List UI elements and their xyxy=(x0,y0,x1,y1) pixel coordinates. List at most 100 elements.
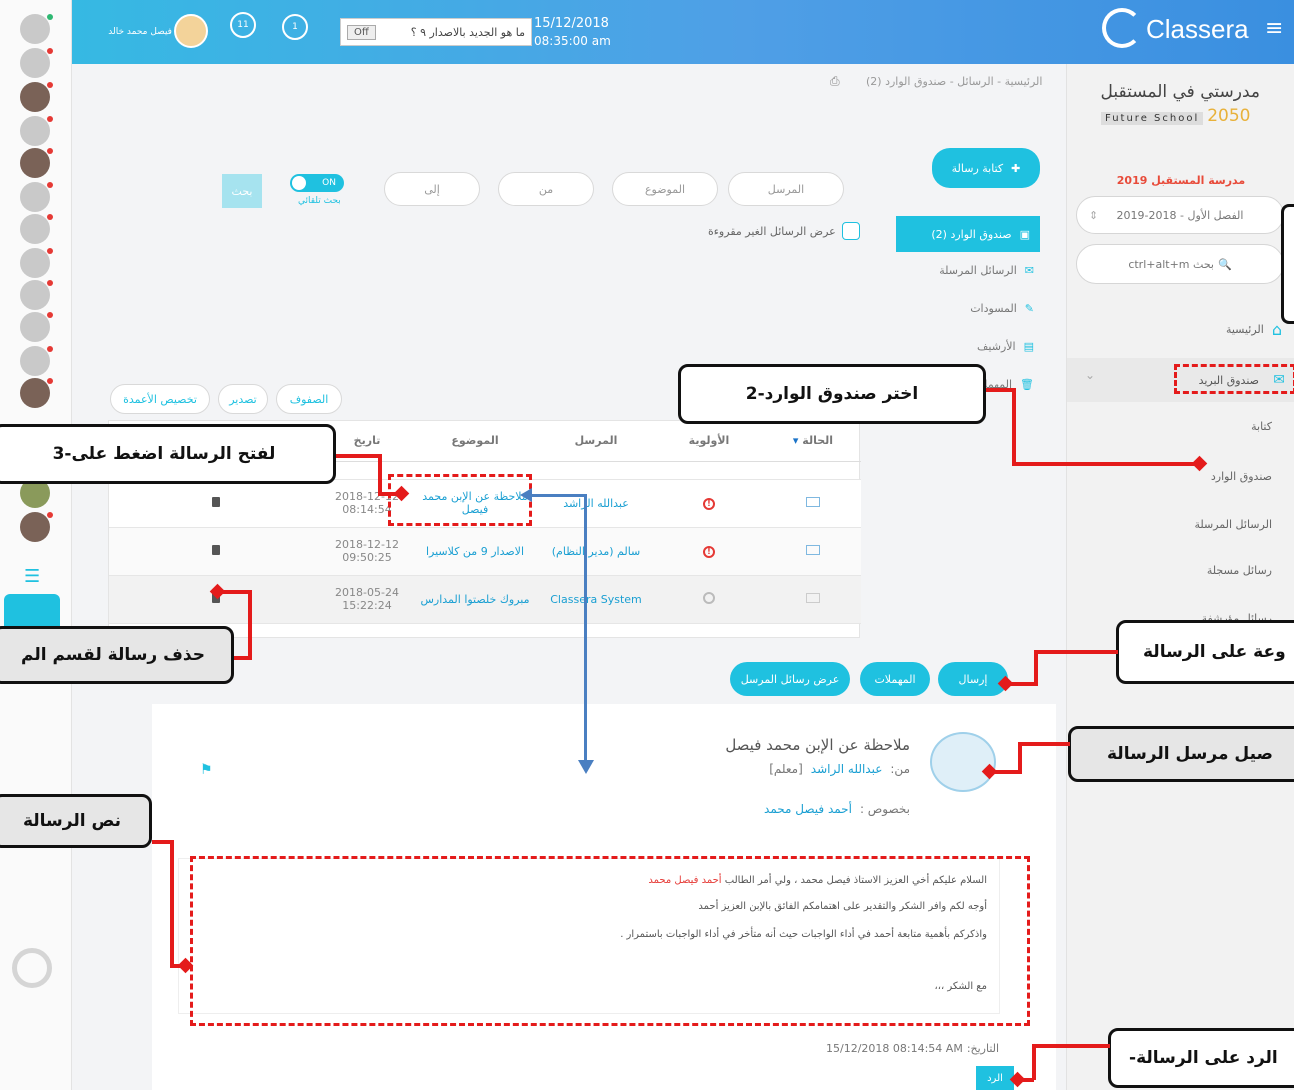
contact-avatar[interactable] xyxy=(20,82,53,112)
unread-label: عرض الرسائل الغير مقروءة xyxy=(708,224,836,238)
highlight-subject xyxy=(388,474,532,526)
envelope-icon: ✉ xyxy=(1024,264,1034,277)
sidebar-sub-sent[interactable]: الرسائل المرسلة xyxy=(1194,518,1272,531)
notifications-icon[interactable]: 11 xyxy=(230,12,256,38)
message-from: من: عبدالله الراشد [معلم] xyxy=(700,762,910,776)
arrow-left-icon xyxy=(520,488,532,502)
table-row[interactable]: Classera System مبروك خلصتوا المدارس 201… xyxy=(109,575,861,624)
contact-avatar[interactable] xyxy=(20,14,53,44)
table-row[interactable]: ! سالم (مدير النظام) الاصدار 9 من كلاسير… xyxy=(109,527,861,576)
sender-filter[interactable]: المرسل xyxy=(728,172,844,206)
trash-icon[interactable] xyxy=(212,496,220,507)
row-subject[interactable]: مبروك خلصتوا المدارس xyxy=(411,575,539,624)
sidebar-search[interactable]: 🔍 بحث ctrl+alt+m xyxy=(1076,244,1284,284)
to-filter-label: إلى xyxy=(424,182,440,196)
sender-messages-tab[interactable]: عرض رسائل المرسل xyxy=(730,662,850,696)
folder-archive[interactable]: ▤ الأرشيف xyxy=(977,340,1034,353)
contact-avatar[interactable] xyxy=(20,280,53,310)
regarding-label: بخصوص : xyxy=(859,802,910,816)
sidebar-item-home[interactable]: ⌂ الرئيسية xyxy=(1226,320,1282,339)
inbox-icon: ▣ xyxy=(1019,227,1030,241)
date-value: 15/12/2018 08:14:54 AM xyxy=(826,1042,963,1055)
contact-avatar[interactable] xyxy=(20,182,53,212)
home-icon: ⌂ xyxy=(1271,320,1282,339)
sidebar-sub-inbox[interactable]: صندوق الوارد xyxy=(1211,470,1272,483)
row-sender[interactable]: عبدالله الراشد xyxy=(539,479,653,528)
whats-new-box[interactable]: ما هو الجديد بالاصدار ٩ ؟ Off xyxy=(340,18,532,46)
regarding-name[interactable]: أحمد فيصل محمد xyxy=(764,802,852,816)
list-icon[interactable]: ☰ xyxy=(24,566,40,587)
sidebar: مدرستي في المستقبل Future School 2050 مد… xyxy=(1066,64,1294,1090)
compose-button[interactable]: ✚ كتابة رسالة xyxy=(932,148,1040,188)
row-sender[interactable]: Classera System xyxy=(539,575,653,624)
top-bar: ≡ Classera 15/12/2018 08:35:00 am ما هو … xyxy=(72,0,1294,64)
col-status[interactable]: الحالة ▾ xyxy=(765,421,861,462)
envelope-icon xyxy=(806,496,820,507)
print-icon[interactable]: ⎙ xyxy=(830,74,840,89)
classera-logo-icon xyxy=(12,948,52,988)
contact-avatar[interactable] xyxy=(20,378,53,408)
semester-select[interactable]: الفصل الأول - 2018-2019 ⇕ xyxy=(1076,196,1284,234)
send-tab[interactable]: إرسال xyxy=(938,662,1008,696)
from-name[interactable]: عبدالله الراشد xyxy=(811,762,883,776)
rows-button[interactable]: الصفوف xyxy=(276,384,342,414)
col-priority[interactable]: الأولوية xyxy=(653,421,765,462)
unread-filter[interactable]: عرض الرسائل الغير مقروءة xyxy=(708,222,860,240)
messages-icon[interactable]: 1 xyxy=(282,14,308,40)
subject-filter[interactable]: الموضوع xyxy=(612,172,718,206)
unread-checkbox[interactable] xyxy=(841,222,860,240)
toggle-state: ON xyxy=(322,178,336,188)
message-title: ملاحظة عن الإبن محمد فيصل xyxy=(725,736,910,754)
sort-icon: ⇕ xyxy=(1089,208,1099,222)
sidebar-sub-compose[interactable]: كتابة xyxy=(1251,420,1272,433)
contact-avatar[interactable] xyxy=(20,116,53,146)
search-button[interactable]: بحث xyxy=(222,174,262,208)
menu-icon[interactable]: ≡ xyxy=(1265,16,1283,41)
envelope-icon xyxy=(806,544,820,555)
contact-avatar[interactable] xyxy=(20,48,53,78)
school-logo-year: 2050 xyxy=(1207,106,1251,126)
row-time: 09:50:25 xyxy=(342,551,392,564)
highlight-body xyxy=(190,856,1030,1026)
flag-icon[interactable]: ⚑ xyxy=(200,762,213,778)
compose-label: كتابة رسالة xyxy=(951,161,1004,175)
user-avatar[interactable] xyxy=(174,14,208,48)
sender-avatar[interactable] xyxy=(930,732,996,792)
arrow-down-icon xyxy=(578,760,594,774)
to-date-filter[interactable]: إلى xyxy=(384,172,480,206)
contact-avatar[interactable] xyxy=(20,346,53,376)
subject-filter-label: الموضوع xyxy=(644,182,686,196)
trash-tab[interactable]: المهملات xyxy=(860,662,930,696)
from-date-filter[interactable]: من xyxy=(498,172,594,206)
export-button[interactable]: تصدير xyxy=(218,384,268,414)
callout-delete: حذف رسالة لقسم الم xyxy=(0,626,234,684)
folder-inbox-label: صندوق الوارد (2) xyxy=(931,227,1012,241)
contact-avatar[interactable] xyxy=(20,214,53,244)
user-name[interactable]: فيصل محمد خالد xyxy=(102,27,172,37)
contact-avatar[interactable] xyxy=(20,248,53,278)
trash-icon[interactable] xyxy=(212,544,220,555)
sidebar-sub-recorded[interactable]: رسائل مسجلة xyxy=(1207,564,1272,577)
folder-sent[interactable]: ✉ الرسائل المرسلة xyxy=(939,264,1034,277)
chevron-down-icon: ⌄ xyxy=(1085,368,1096,382)
message-date: التاريخ: 15/12/2018 08:14:54 AM xyxy=(826,1042,999,1055)
reply-button[interactable]: الرد xyxy=(976,1066,1014,1090)
col-subject[interactable]: الموضوع xyxy=(411,421,539,462)
callout-sender-details: صيل مرسل الرسالة xyxy=(1068,726,1294,782)
row-sender[interactable]: سالم (مدير النظام) xyxy=(539,527,653,576)
from-role: [معلم] xyxy=(769,762,803,776)
row-subject[interactable]: الاصدار 9 من كلاسيرا xyxy=(411,527,539,576)
contact-avatar[interactable] xyxy=(20,148,53,178)
auto-search-toggle[interactable]: ON xyxy=(290,174,344,192)
contact-avatar[interactable] xyxy=(20,312,53,342)
current-time: 08:35:00 am xyxy=(534,34,611,48)
search-icon: 🔍 xyxy=(1217,257,1232,271)
priority-high-icon: ! xyxy=(703,498,715,510)
folder-inbox[interactable]: ▣ صندوق الوارد (2) xyxy=(896,216,1040,252)
edit-icon: ✎ xyxy=(1024,302,1034,315)
col-sender[interactable]: المرسل xyxy=(539,421,653,462)
customize-columns-button[interactable]: تخصيص الأعمدة xyxy=(110,384,210,414)
contact-avatar[interactable] xyxy=(20,512,53,542)
whats-new-toggle[interactable]: Off xyxy=(347,24,376,40)
folder-drafts[interactable]: ✎ المسودات xyxy=(970,302,1034,315)
